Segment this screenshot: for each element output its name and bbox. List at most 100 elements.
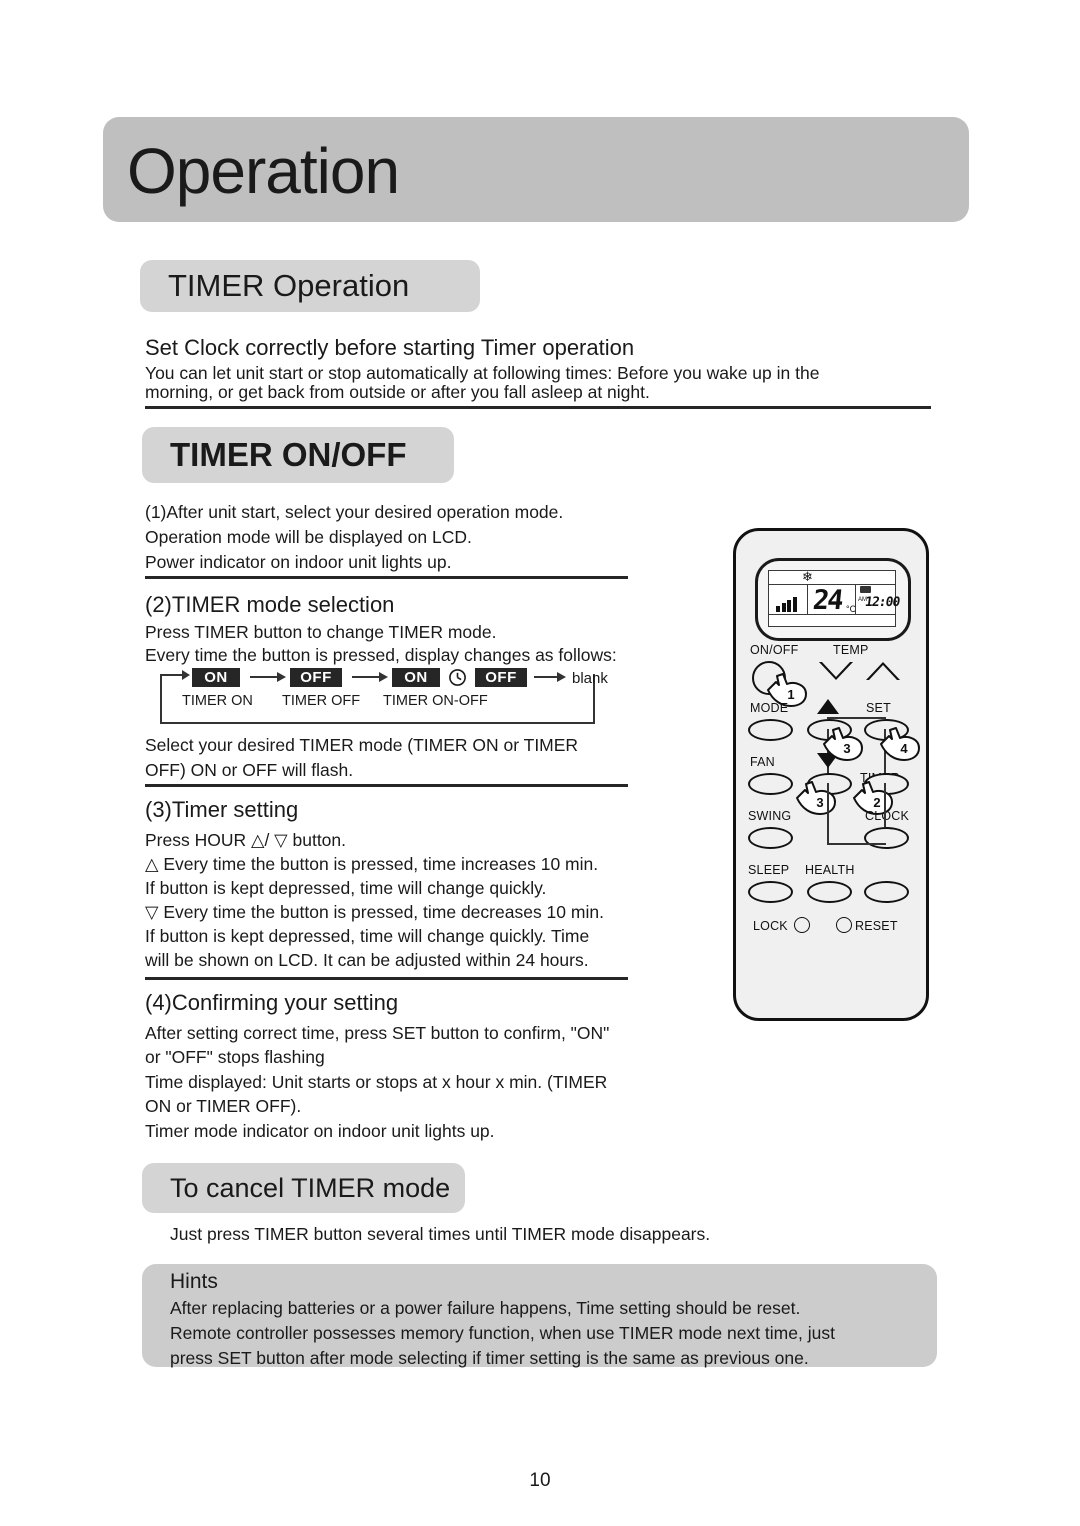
- timer-mode-flow-diagram: ON OFF ON OFF blank TIMER ON TIMER OFF T: [160, 668, 608, 726]
- lcd-clock-value: 12:00: [863, 595, 901, 610]
- remote-wire-timer-clock: [884, 783, 886, 827]
- flow-tag-on-2: ON: [392, 668, 440, 687]
- timer-operation-body-line-2: morning, or get back from outside or aft…: [145, 382, 650, 402]
- hints-title: Hints: [170, 1270, 218, 1293]
- divider-after-step1: [145, 576, 628, 579]
- remote-label-sleep: SLEEP: [748, 863, 790, 877]
- step3-line-6: will be shown on LCD. It can be adjusted…: [145, 950, 589, 970]
- step-marker-3a: 3: [821, 727, 865, 761]
- fan-speed-bars-icon: [776, 597, 797, 612]
- clock-icon: [448, 668, 467, 687]
- remote-button-lock[interactable]: [794, 917, 810, 933]
- battery-icon: [860, 586, 871, 593]
- step4-line-4: ON or TIMER OFF).: [145, 1096, 302, 1116]
- remote-button-sleep[interactable]: [748, 881, 793, 903]
- remote-label-mode: MODE: [750, 701, 789, 715]
- flow-arrow-3-head: [557, 672, 566, 682]
- remote-lcd-frame: ❄ 24 °C AM 12:00: [755, 558, 911, 641]
- remote-label-lock: LOCK: [753, 919, 788, 933]
- lcd-temperature-value: 24: [811, 585, 844, 616]
- step2-after-line-1: Select your desired TIMER mode (TIMER ON…: [145, 735, 579, 755]
- flow-tag-off-2: OFF: [475, 668, 527, 687]
- step3-line-5: If button is kept depressed, time will c…: [145, 926, 590, 946]
- step-marker-3b: 3: [794, 781, 838, 815]
- step2-heading: (2)TIMER mode selection: [145, 592, 395, 617]
- remote-label-swing: SWING: [748, 809, 792, 823]
- hints-line-1: After replacing batteries or a power fai…: [170, 1298, 801, 1318]
- divider-after-timer-operation: [145, 406, 931, 409]
- divider-after-step2: [145, 784, 628, 787]
- step3-line-3: If button is kept depressed, time will c…: [145, 878, 547, 898]
- flow-tag-off-1: OFF: [290, 668, 342, 687]
- section-pill-timer-on-off: TIMER ON/OFF: [142, 427, 454, 483]
- step1-line-1: (1)After unit start, select your desired…: [145, 502, 564, 522]
- remote-wire-hour-lower: [827, 783, 829, 845]
- step4-heading: (4)Confirming your setting: [145, 990, 399, 1015]
- flow-loop-bottom: [160, 722, 595, 724]
- hints-line-2: Remote controller possesses memory funct…: [170, 1323, 835, 1343]
- remote-button-health[interactable]: [807, 881, 852, 903]
- step4-line-2: or "OFF" stops flashing: [145, 1047, 325, 1067]
- timer-operation-subheading: Set Clock correctly before starting Time…: [145, 335, 635, 360]
- step2-after-line-2: OFF) ON or OFF will flash.: [145, 760, 354, 780]
- remote-button-clock[interactable]: [864, 827, 909, 849]
- svg-text:3: 3: [816, 795, 823, 810]
- snowflake-icon: ❄: [802, 569, 813, 584]
- remote-lcd-screen: ❄ 24 °C AM 12:00: [768, 569, 900, 627]
- remote-button-fan[interactable]: [748, 773, 793, 795]
- step1-line-3: Power indicator on indoor unit lights up…: [145, 552, 452, 572]
- section-pill-cancel-timer-label: To cancel TIMER mode: [170, 1173, 451, 1203]
- remote-label-clock: CLOCK: [865, 809, 910, 823]
- flow-mode-label-timer-on: TIMER ON: [182, 693, 253, 709]
- remote-label-set: SET: [866, 701, 891, 715]
- step2-line-1: Press TIMER button to change TIMER mode.: [145, 622, 497, 642]
- remote-wire-top-join: [827, 717, 886, 719]
- step3-line-4: ▽ Every time the button is pressed, time…: [145, 902, 604, 922]
- cancel-timer-body: Just press TIMER button several times un…: [170, 1224, 711, 1244]
- step-marker-4: 4: [878, 727, 922, 761]
- lcd-clock-block: AM 12:00: [855, 584, 900, 615]
- flow-tag-on-1: ON: [192, 668, 240, 687]
- remote-button-temp-down-inner: [822, 662, 850, 677]
- step4-line-1: After setting correct time, press SET bu…: [145, 1023, 610, 1043]
- svg-text:2: 2: [873, 795, 880, 810]
- remote-hour-up-arrow-icon: [817, 699, 839, 714]
- remote-button-extra[interactable]: [864, 881, 909, 903]
- page-number: 10: [529, 1470, 551, 1491]
- remote-button-mode[interactable]: [748, 719, 793, 741]
- remote-label-fan: FAN: [750, 755, 775, 769]
- section-pill-timer-operation-label: TIMER Operation: [168, 268, 410, 303]
- remote-button-reset[interactable]: [836, 917, 852, 933]
- flow-arrow-2-head: [379, 672, 388, 682]
- divider-after-step3: [145, 977, 628, 980]
- flow-blank-label: blank: [572, 670, 608, 687]
- remote-label-temp: TEMP: [833, 643, 869, 657]
- flow-entry-line: [160, 674, 184, 676]
- step1-line-2: Operation mode will be displayed on LCD.: [145, 527, 472, 547]
- remote-button-swing[interactable]: [748, 827, 793, 849]
- section-pill-cancel-timer: To cancel TIMER mode: [142, 1163, 465, 1213]
- hints-line-3: press SET button after mode selecting if…: [170, 1348, 809, 1368]
- step3-heading: (3)Timer setting: [145, 797, 299, 822]
- section-pill-timer-operation: TIMER Operation: [140, 260, 480, 312]
- flow-arrow-2-line: [352, 676, 382, 678]
- svg-text:1: 1: [787, 687, 794, 702]
- step2-line-2: Every time the button is pressed, displa…: [145, 645, 617, 665]
- svg-text:4: 4: [900, 741, 908, 756]
- step4-line-3: Time displayed: Unit starts or stops at …: [145, 1072, 608, 1092]
- flow-arrow-1-line: [250, 676, 280, 678]
- remote-label-on-off: ON/OFF: [750, 643, 799, 657]
- lcd-top-row: ❄: [769, 569, 895, 585]
- remote-label-reset: RESET: [855, 919, 898, 933]
- remote-button-temp-up-inner: [869, 665, 897, 680]
- flow-loop-left: [160, 674, 162, 724]
- step3-line-2: △ Every time the button is pressed, time…: [145, 854, 599, 874]
- flow-mode-label-timer-off: TIMER OFF: [282, 693, 361, 709]
- flow-mode-label-timer-on-off: TIMER ON-OFF: [383, 693, 488, 709]
- step4-line-5: Timer mode indicator on indoor unit ligh…: [145, 1121, 495, 1141]
- lcd-divider-1: [807, 584, 808, 615]
- flow-arrow-1-head: [277, 672, 286, 682]
- step3-line-1: Press HOUR △/ ▽ button.: [145, 830, 347, 850]
- section-pill-timer-on-off-label: TIMER ON/OFF: [170, 436, 407, 473]
- remote-control-illustration: ❄ 24 °C AM 12:00 ON/OFF TEMP 1 MODE SET …: [733, 528, 929, 1021]
